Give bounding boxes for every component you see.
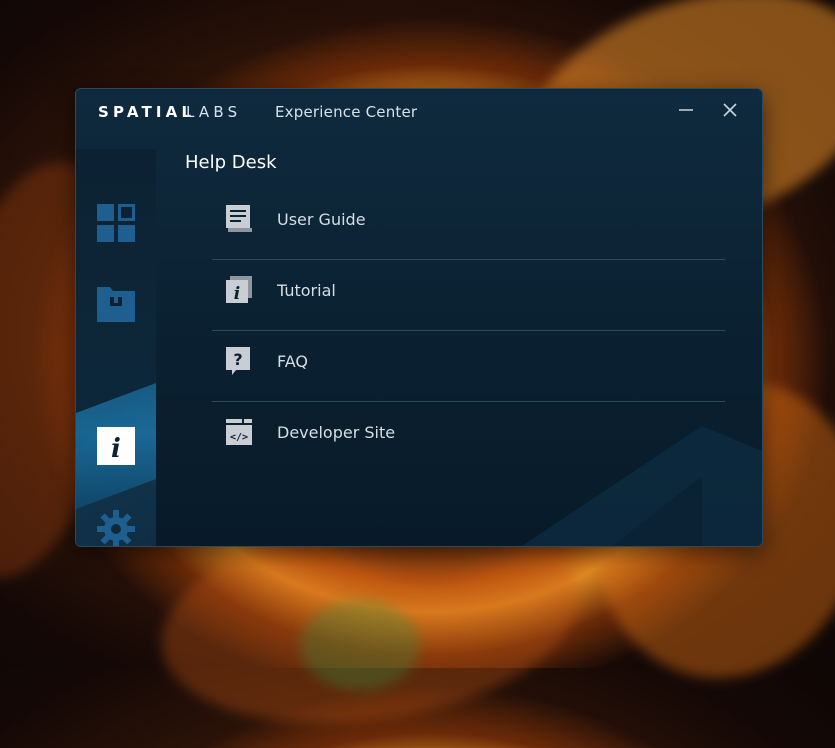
tutorial-info-icon: i (226, 276, 252, 304)
brand-name-strong: SPATIAL (98, 103, 196, 121)
page-title: Help Desk (185, 152, 277, 173)
sidebar: i (76, 149, 156, 546)
help-item-label: Tutorial (277, 281, 336, 300)
svg-text:i: i (111, 434, 121, 464)
gear-icon (97, 510, 135, 546)
help-item-user-guide[interactable]: User Guide (212, 189, 725, 260)
question-bubble-icon: ? (226, 347, 250, 375)
svg-text:</>: </> (230, 432, 248, 443)
main-panel: Help Desk User Guide i Tutorial ? FAQ </… (156, 137, 762, 546)
folder-box-icon (97, 287, 135, 322)
svg-text:?: ? (233, 350, 242, 369)
dashboard-grid-icon (97, 204, 135, 242)
help-item-label: User Guide (277, 210, 366, 229)
app-window: SPATIAL LABS Experience Center i Help De… (75, 88, 763, 547)
sidebar-item-dashboard[interactable] (76, 183, 156, 263)
wallpaper-streak (300, 600, 420, 690)
help-item-faq[interactable]: ? FAQ (212, 331, 725, 402)
svg-text:i: i (234, 284, 240, 304)
code-window-icon: </> (226, 419, 252, 445)
help-item-tutorial[interactable]: i Tutorial (212, 260, 725, 331)
book-icon (226, 205, 252, 232)
sidebar-item-settings[interactable] (76, 489, 156, 546)
close-button[interactable] (718, 99, 742, 123)
info-icon: i (97, 427, 135, 465)
minimize-icon (679, 109, 693, 111)
brand-name-light: LABS (186, 103, 242, 121)
help-item-label: FAQ (277, 352, 308, 371)
minimize-button[interactable] (674, 99, 698, 123)
help-list: User Guide i Tutorial ? FAQ </> Develope… (212, 189, 725, 472)
help-item-developer-site[interactable]: </> Developer Site (212, 402, 725, 472)
close-icon (723, 103, 737, 117)
sidebar-item-content[interactable] (76, 264, 156, 344)
help-item-label: Developer Site (277, 423, 396, 442)
title-bar[interactable]: SPATIAL LABS Experience Center (76, 89, 762, 137)
app-title: Experience Center (275, 103, 418, 121)
